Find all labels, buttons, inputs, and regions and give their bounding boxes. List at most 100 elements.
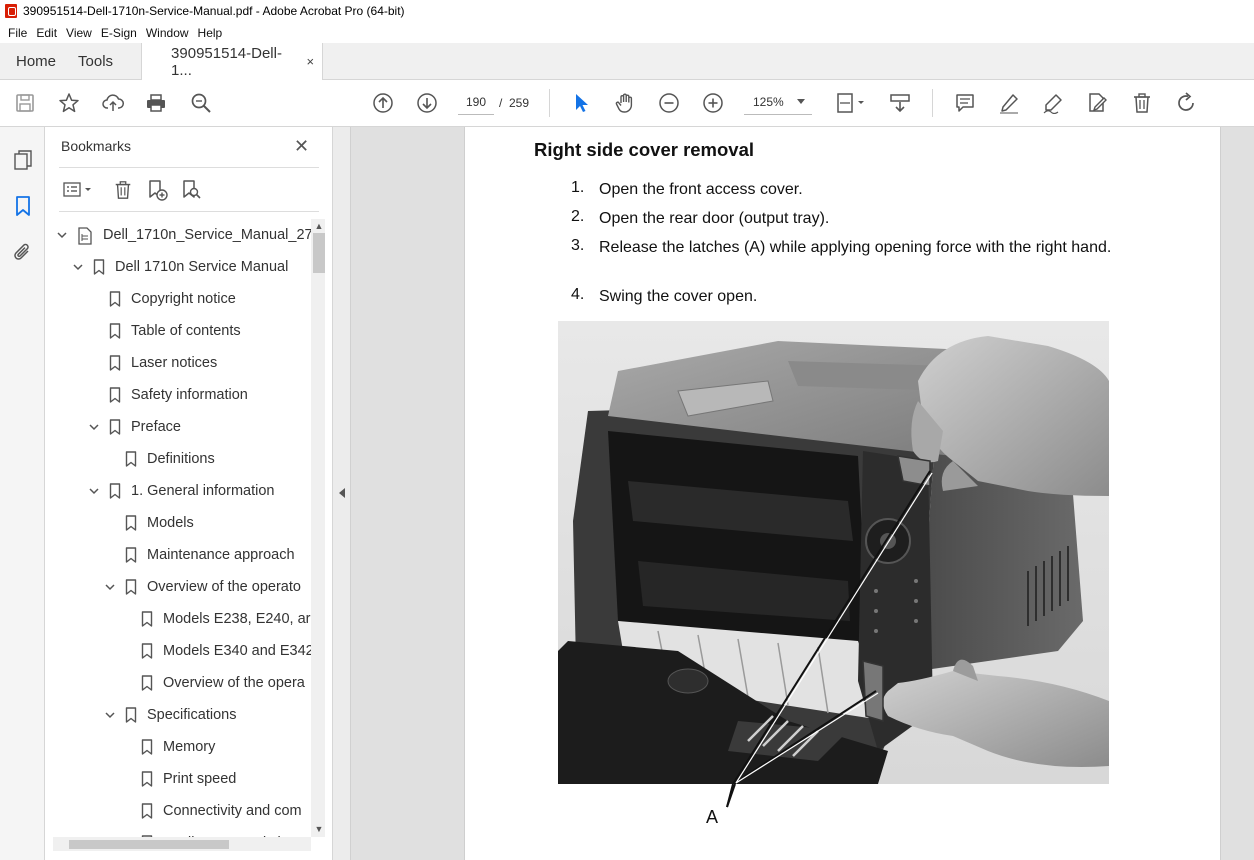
bookmark-item[interactable]: Media trays and sizes	[119, 827, 303, 837]
bookmark-item[interactable]: Maintenance approach	[103, 539, 295, 571]
chevron-down-icon[interactable]	[103, 708, 117, 722]
bookmark-item[interactable]: Memory	[119, 731, 215, 763]
zoom-in-icon[interactable]	[701, 91, 725, 115]
bookmark-icon	[125, 451, 137, 467]
scroll-down-icon[interactable]: ▼	[314, 824, 324, 834]
bookmark-item[interactable]: Table of contents	[87, 315, 241, 347]
chevron-down-icon[interactable]	[55, 228, 69, 242]
tab-close-icon[interactable]: ×	[306, 54, 314, 69]
bookmarks-horizontal-scrollbar[interactable]	[53, 837, 311, 851]
bookmark-icon	[125, 579, 137, 595]
highlight-icon[interactable]	[997, 91, 1021, 115]
bookmarks-toolbar	[59, 175, 319, 205]
bookmark-item[interactable]: Dell 1710n Service Manual	[71, 251, 288, 283]
chevron-down-icon[interactable]	[87, 420, 101, 434]
bookmark-item[interactable]: Models E238, E240, ar	[119, 603, 311, 635]
bookmark-icon	[109, 291, 121, 307]
delete-icon[interactable]	[1130, 91, 1154, 115]
edit-pdf-icon[interactable]	[1085, 91, 1109, 115]
scroll-mode-icon[interactable]	[888, 91, 912, 115]
bookmark-item[interactable]: 1. General information	[87, 475, 274, 507]
bookmark-item[interactable]: Laser notices	[87, 347, 217, 379]
bookmark-options-icon[interactable]	[61, 178, 95, 202]
bookmark-label: Copyright notice	[131, 291, 236, 307]
bookmark-item[interactable]: Connectivity and com	[119, 795, 302, 827]
bookmark-item[interactable]: Dell_1710n_Service_Manual_27J	[55, 219, 311, 251]
close-icon[interactable]: ✕	[294, 136, 309, 157]
collapse-panel-icon[interactable]	[339, 488, 345, 498]
acrobat-pdf-icon	[5, 4, 17, 18]
upload-cloud-icon[interactable]	[101, 91, 125, 115]
page-number-input[interactable]: 190	[458, 89, 494, 115]
bookmark-item[interactable]: Overview of the opera	[119, 667, 305, 699]
page-thumbnails-icon[interactable]	[11, 148, 35, 172]
attachments-icon[interactable]	[11, 240, 35, 264]
bookmark-item[interactable]: Specifications	[103, 699, 236, 731]
scroll-thumb[interactable]	[313, 233, 325, 273]
rotate-icon[interactable]	[1174, 91, 1198, 115]
menu-help[interactable]: Help	[194, 26, 227, 40]
menu-file[interactable]: File	[4, 26, 31, 40]
bookmark-item[interactable]: Preface	[87, 411, 181, 443]
find-bookmark-icon[interactable]	[179, 178, 203, 202]
chevron-down-icon[interactable]	[87, 484, 101, 498]
menu-esign[interactable]: E-Sign	[97, 26, 141, 40]
bookmark-item[interactable]: Models	[103, 507, 194, 539]
bookmark-item[interactable]: Overview of the operato	[103, 571, 301, 603]
bookmarks-tree: Dell_1710n_Service_Manual_27J Dell 1710n …	[45, 219, 311, 837]
hand-tool-icon[interactable]	[613, 91, 637, 115]
menu-window[interactable]: Window	[142, 26, 193, 40]
bookmark-icon	[109, 323, 121, 339]
menu-view[interactable]: View	[62, 26, 96, 40]
bookmark-label: Dell_1710n_Service_Manual_27J	[103, 227, 311, 243]
comment-icon[interactable]	[953, 91, 977, 115]
bookmark-star-icon[interactable]	[57, 91, 81, 115]
scroll-thumb[interactable]	[69, 840, 229, 849]
bookmark-icon	[141, 675, 153, 691]
zoom-out-icon[interactable]	[657, 91, 681, 115]
page-view-icon[interactable]	[834, 91, 868, 115]
chevron-down-icon[interactable]	[103, 580, 117, 594]
new-bookmark-icon[interactable]	[145, 178, 169, 202]
tab-home[interactable]: Home	[0, 43, 66, 79]
step-number: 1.	[571, 179, 585, 196]
step-number: 3.	[571, 237, 585, 254]
document-tree-icon	[77, 227, 93, 245]
select-cursor-icon[interactable]	[569, 91, 593, 115]
save-icon[interactable]	[13, 91, 37, 115]
bookmark-item[interactable]: Copyright notice	[87, 283, 236, 315]
bookmark-label: Connectivity and com	[163, 803, 302, 819]
scroll-up-icon[interactable]: ▲	[314, 221, 324, 231]
step-text: Release the latches (A) while applying o…	[599, 239, 1112, 256]
bookmarks-panel-icon[interactable]	[11, 194, 35, 218]
bookmark-item[interactable]: Print speed	[119, 763, 236, 795]
bookmark-label: Overview of the opera	[163, 675, 305, 691]
page-down-icon[interactable]	[415, 91, 439, 115]
bookmark-icon	[141, 771, 153, 787]
bookmark-label: Laser notices	[131, 355, 218, 371]
chevron-down-icon[interactable]	[71, 260, 85, 274]
bookmark-item[interactable]: Models E340 and E342	[119, 635, 311, 667]
bookmark-icon	[125, 515, 137, 531]
sign-icon[interactable]	[1041, 91, 1065, 115]
bookmark-item[interactable]: Definitions	[103, 443, 215, 475]
step-text: Open the rear door (output tray).	[599, 210, 830, 227]
tab-tools[interactable]: Tools	[66, 43, 141, 79]
bookmarks-vertical-scrollbar[interactable]: ▲ ▼	[311, 219, 325, 837]
bookmark-item[interactable]: Safety information	[87, 379, 248, 411]
delete-bookmark-icon[interactable]	[111, 178, 135, 202]
search-zoom-icon[interactable]	[189, 91, 213, 115]
page-up-icon[interactable]	[371, 91, 395, 115]
zoom-select[interactable]: 125%	[744, 89, 812, 115]
tab-document[interactable]: 390951514-Dell-1... ×	[141, 43, 324, 80]
print-icon[interactable]	[144, 91, 168, 115]
section-heading: Right side cover removal	[534, 139, 755, 160]
bookmarks-panel: Bookmarks ✕ Dell_1710n_Service_Manual_27…	[45, 127, 333, 860]
menu-edit[interactable]: Edit	[32, 26, 61, 40]
